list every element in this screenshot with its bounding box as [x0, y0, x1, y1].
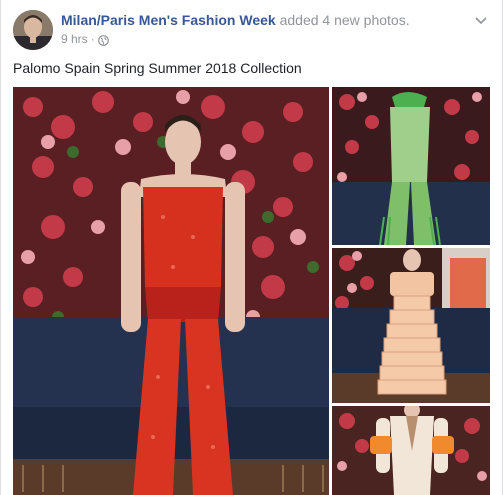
timestamp-link[interactable]: 9 hrs [61, 31, 88, 47]
post-title-line: Milan/Paris Men's Fashion Week added 4 n… [61, 11, 460, 29]
post-subtitle-line: 9 hrs · [61, 31, 460, 47]
separator-dot: · [90, 32, 95, 46]
post-caption: Palomo Spain Spring Summer 2018 Collecti… [13, 60, 302, 76]
globe-icon[interactable] [97, 34, 109, 46]
photo-grid [13, 87, 490, 495]
page-avatar[interactable] [13, 10, 53, 50]
photo-2[interactable] [332, 87, 490, 245]
feed-post: Milan/Paris Men's Fashion Week added 4 n… [0, 0, 503, 495]
photo-4[interactable] [332, 406, 490, 495]
chevron-down-icon[interactable] [472, 12, 490, 30]
page-name-link[interactable]: Milan/Paris Men's Fashion Week [61, 12, 276, 28]
post-header: Milan/Paris Men's Fashion Week added 4 n… [13, 10, 490, 50]
photo-3[interactable] [332, 248, 490, 403]
post-meta: Milan/Paris Men's Fashion Week added 4 n… [61, 11, 460, 47]
photo-main[interactable] [13, 87, 329, 495]
action-text: added 4 new photos. [279, 12, 410, 28]
